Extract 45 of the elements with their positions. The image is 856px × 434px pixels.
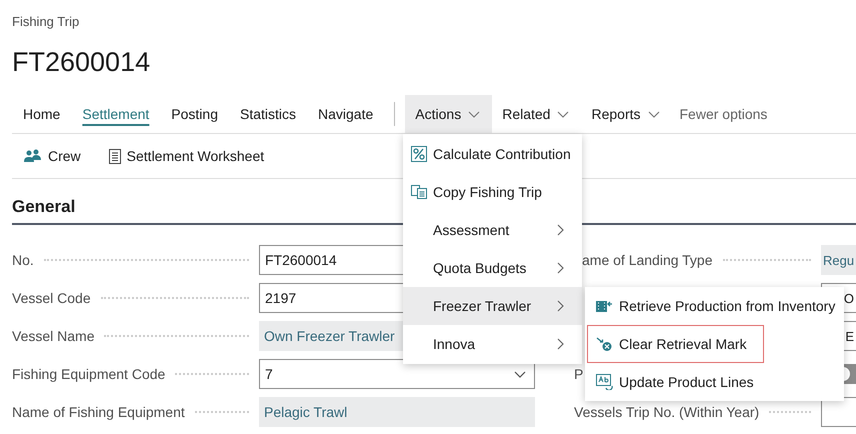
field-label: Vessels Trip No. (Within Year)	[574, 404, 760, 420]
readonly-field: Pelagic Trawl	[259, 397, 535, 427]
field-label: P	[574, 366, 584, 382]
nav-tab[interactable]: Home	[12, 95, 72, 133]
menu-item[interactable]: Calculate Contribution	[403, 135, 582, 173]
nav-tab[interactable]: Navigate	[307, 95, 384, 133]
field-label: Vessel Code	[12, 290, 91, 306]
chevron-down-icon	[648, 110, 660, 118]
field-label: Fishing Equipment Code	[12, 366, 166, 382]
text-field[interactable]	[821, 397, 856, 427]
dropdown-field[interactable]: 7	[259, 359, 535, 389]
field-label: No.	[12, 252, 34, 268]
chevron-right-icon	[557, 300, 564, 312]
action-button[interactable]: Crew	[24, 146, 81, 166]
menu-item[interactable]: Clear Retrieval Mark	[587, 325, 764, 363]
document-icon	[108, 148, 121, 164]
film-arrow-icon	[596, 299, 613, 313]
menu-button[interactable]: Reports	[581, 95, 672, 133]
field-label: Name of Fishing Equipment	[12, 404, 185, 420]
people-icon	[24, 149, 42, 163]
menu-item[interactable]: Freezer Trawler	[403, 287, 582, 325]
percent-icon	[411, 146, 427, 162]
readonly-field: Regu	[821, 245, 856, 275]
spelling-refresh-icon	[596, 374, 613, 390]
copy-icon	[411, 185, 427, 199]
arrow-cancel-icon	[596, 336, 613, 352]
fewer-options-link[interactable]: Fewer options	[672, 95, 776, 133]
chevron-right-icon	[557, 338, 564, 350]
chevron-right-icon	[557, 262, 564, 274]
nav-tab[interactable]: Posting	[160, 95, 229, 133]
chevron-down-icon	[468, 110, 480, 118]
nav-tab[interactable]: Statistics	[229, 95, 308, 133]
menu-item[interactable]: Retrieve Production from Inventory	[585, 287, 844, 325]
chevron-down-icon	[514, 370, 526, 378]
chevron-right-icon	[557, 224, 564, 236]
menu-button[interactable]: Related	[492, 95, 582, 133]
page-title: FT2600014	[11, 46, 152, 78]
field-label: ame of Landing Type	[581, 252, 713, 268]
chevron-down-icon	[557, 110, 570, 118]
action-button[interactable]: Settlement Worksheet	[108, 146, 264, 166]
field-label: Vessel Name	[12, 328, 94, 344]
menu-item[interactable]: Update Product Lines	[585, 363, 844, 401]
menu-button[interactable]: Actions	[405, 95, 492, 133]
nav-tab[interactable]: Settlement	[71, 95, 160, 133]
page-caption: Fishing Trip	[11, 13, 80, 29]
